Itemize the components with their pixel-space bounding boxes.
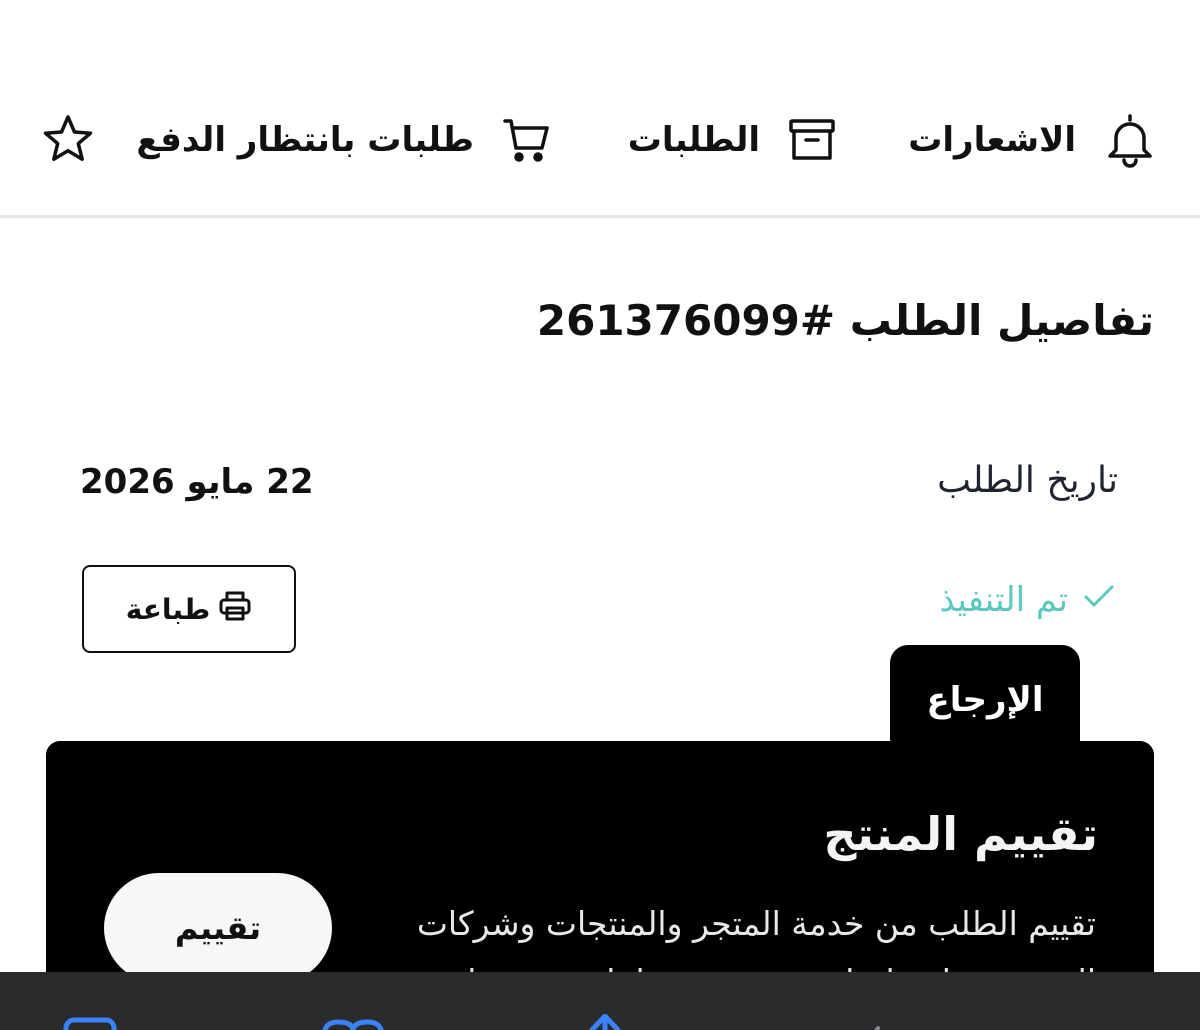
page: الاشعارات الطلبات طلبات بانتظار الدفع تف… <box>0 0 1200 1030</box>
rate-button[interactable]: تقييم <box>104 873 332 983</box>
return-tab-label: الإرجاع <box>926 680 1044 720</box>
share-icon[interactable] <box>580 1014 630 1030</box>
nav-notifications-label: الاشعارات <box>908 120 1076 160</box>
back-icon[interactable] <box>860 1024 890 1030</box>
check-icon <box>1082 580 1116 620</box>
tabs-icon[interactable] <box>62 1016 118 1030</box>
order-date-label: تاريخ الطلب <box>937 460 1118 501</box>
star-icon[interactable] <box>40 112 96 168</box>
nav-pending-payment[interactable]: طلبات بانتظار الدفع <box>136 110 550 170</box>
nav-pending-payment-label: طلبات بانتظار الدفع <box>136 120 474 160</box>
nav-orders[interactable]: الطلبات <box>628 110 836 170</box>
return-tab[interactable]: الإرجاع <box>890 645 1080 755</box>
browser-toolbar <box>0 972 1200 1030</box>
print-button-label: طباعة <box>125 592 211 626</box>
nav-orders-label: الطلبات <box>627 120 760 160</box>
print-button[interactable]: طباعة <box>82 565 296 653</box>
order-status: تم التنفيذ <box>939 580 1116 620</box>
top-navigation: الاشعارات الطلبات طلبات بانتظار الدفع <box>0 0 1200 218</box>
bell-icon <box>1104 112 1156 168</box>
order-status-label: تم التنفيذ <box>939 580 1068 620</box>
printer-icon <box>218 590 252 629</box>
order-date-value: 22 مايو 2026 <box>80 462 314 502</box>
bookmarks-icon[interactable] <box>318 1016 388 1030</box>
archive-box-icon <box>788 118 836 162</box>
cart-icon <box>502 116 550 164</box>
review-title: تقييم المنتج <box>823 807 1098 861</box>
page-title: تفاصيل الطلب #261376099 <box>536 296 1154 345</box>
nav-notifications[interactable]: الاشعارات <box>908 110 1156 170</box>
